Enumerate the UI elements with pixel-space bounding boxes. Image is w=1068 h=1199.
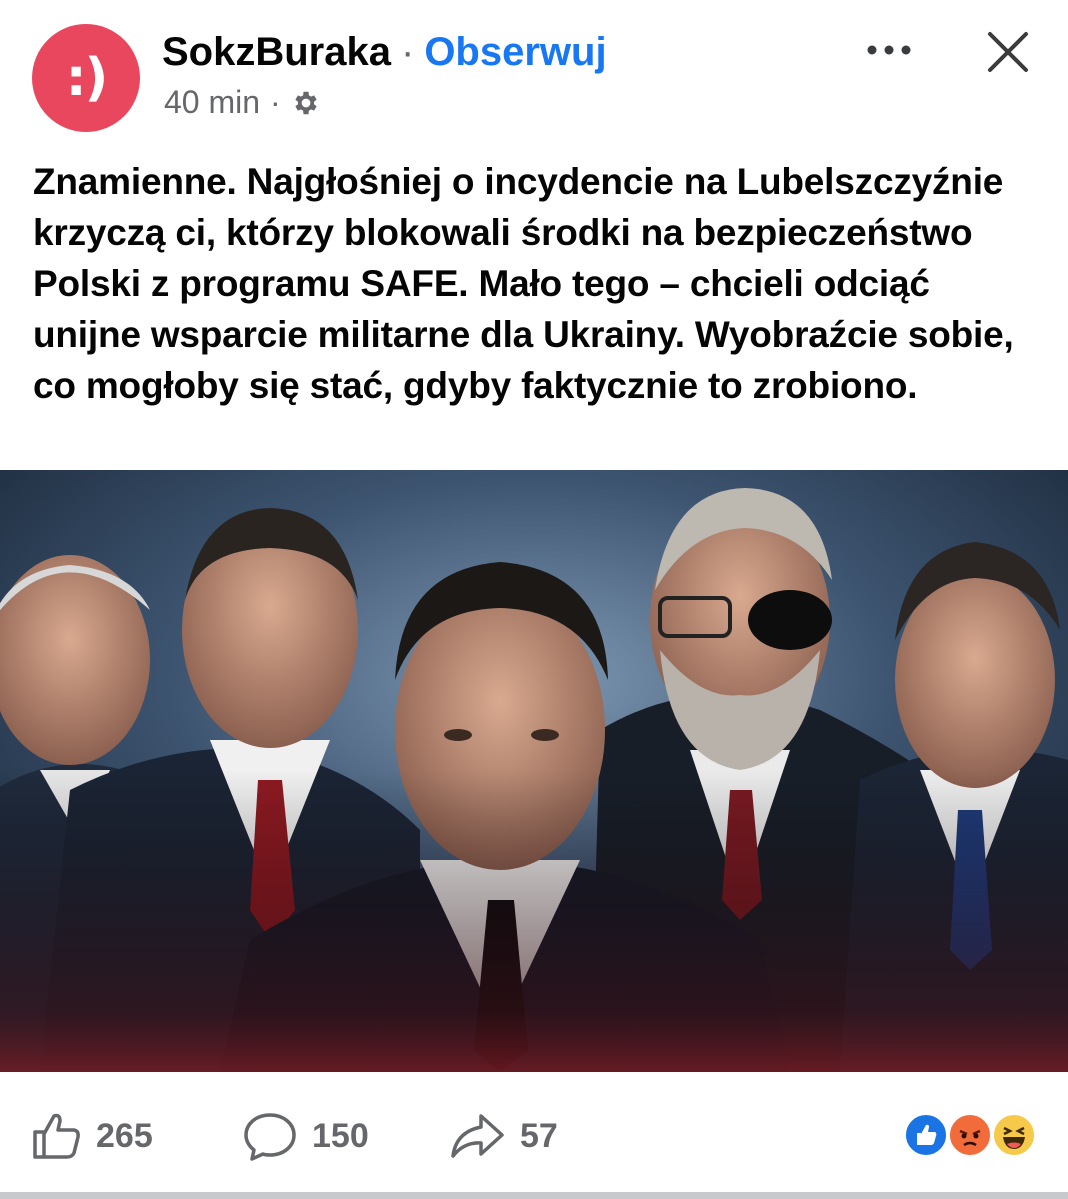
name-separator: · [400,30,415,74]
post-photo[interactable] [0,470,1068,1072]
author-avatar[interactable]: :) [32,24,140,132]
angry-reaction-icon [947,1112,993,1158]
follow-button[interactable]: Obserwuj [424,30,606,75]
share-count: 57 [520,1116,558,1155]
comment-count: 150 [312,1116,369,1155]
like-button[interactable]: 265 [30,1110,153,1162]
post-header: :) SokzBuraka · Obserwuj 40 min · [0,0,1068,140]
author-line: SokzBuraka · Obserwuj [162,30,607,75]
author-name[interactable]: SokzBuraka [162,30,391,75]
photo-illustration [0,470,1068,1072]
post-actions: 265 150 57 [0,1072,1068,1194]
bottom-divider [0,1192,1068,1199]
haha-reaction-icon [991,1112,1037,1158]
gear-icon[interactable] [291,88,321,118]
thumbs-up-icon [33,1113,80,1159]
avatar-logo-text: :) [65,48,109,108]
post-meta: 40 min · [164,84,321,121]
close-icon[interactable] [984,28,1032,76]
share-arrow-icon [451,1114,504,1158]
reaction-summary[interactable] [903,1112,1043,1162]
comment-bubble-icon [244,1113,296,1161]
post-text: Znamienne. Najgłośniej o incydencie na L… [33,161,1014,406]
more-icon [867,45,911,55]
meta-separator: · [270,84,281,120]
comment-button[interactable]: 150 [242,1110,369,1162]
like-reaction-icon [903,1112,949,1158]
like-count: 265 [96,1116,153,1155]
post-time[interactable]: 40 min [164,84,260,121]
share-button[interactable]: 57 [448,1110,558,1162]
more-options-button[interactable] [862,30,916,70]
